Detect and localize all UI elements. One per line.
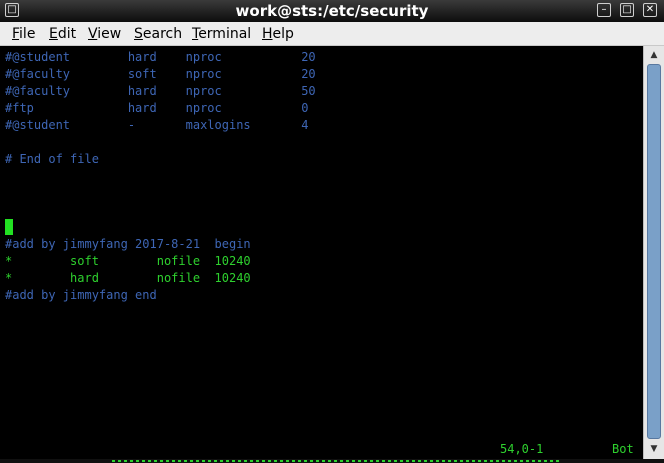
- terminal-line: #add by jimmyfang 2017-8-21 begin: [5, 237, 251, 251]
- scroll-down-arrow-icon[interactable]: ▼: [646, 441, 662, 457]
- minimize-icon[interactable]: –: [597, 3, 611, 17]
- scrollbar-thumb[interactable]: [647, 64, 661, 439]
- terminal-window: □ work@sts:/etc/security – □ ✕ File Edit…: [0, 0, 664, 463]
- window-title: work@sts:/etc/security: [235, 2, 429, 20]
- menu-terminal[interactable]: Terminal: [192, 25, 251, 43]
- terminal-line: #@faculty soft nproc 20: [5, 67, 316, 81]
- menu-file[interactable]: File: [12, 25, 35, 43]
- terminal-line: * hard nofile 10240: [5, 271, 251, 285]
- terminal-output[interactable]: #@student hard nproc 20 #@faculty soft n…: [4, 46, 642, 459]
- menu-view[interactable]: View: [88, 25, 121, 43]
- scrollbar-track[interactable]: [647, 64, 661, 439]
- close-icon[interactable]: ✕: [643, 3, 657, 17]
- terminal-line: #@faculty hard nproc 50: [5, 84, 316, 98]
- scroll-indicator: Bot: [612, 442, 634, 456]
- menu-edit[interactable]: Edit: [49, 25, 76, 43]
- terminal-line: #add by jimmyfang end: [5, 288, 157, 302]
- menu-help[interactable]: Help: [262, 25, 294, 43]
- terminal-line: # End of file: [5, 152, 99, 166]
- text-cursor: [5, 219, 13, 235]
- terminal-line: #@student hard nproc 20: [5, 50, 316, 64]
- title-bar[interactable]: □ work@sts:/etc/security – □ ✕: [0, 0, 664, 22]
- bottom-edge-pattern: [112, 460, 562, 462]
- menu-search[interactable]: Search: [134, 25, 182, 43]
- terminal-line: * soft nofile 10240: [5, 254, 251, 268]
- menu-bar: File Edit View Search Terminal Help: [0, 22, 664, 46]
- vertical-scrollbar[interactable]: ▲ ▼: [643, 46, 664, 459]
- maximize-icon[interactable]: □: [620, 3, 634, 17]
- terminal-line: #ftp hard nproc 0: [5, 101, 309, 115]
- terminal-line: #@student - maxlogins 4: [5, 118, 309, 132]
- bottom-edge: [0, 459, 664, 463]
- cursor-position: 54,0-1: [500, 442, 544, 456]
- scroll-up-arrow-icon[interactable]: ▲: [646, 47, 662, 63]
